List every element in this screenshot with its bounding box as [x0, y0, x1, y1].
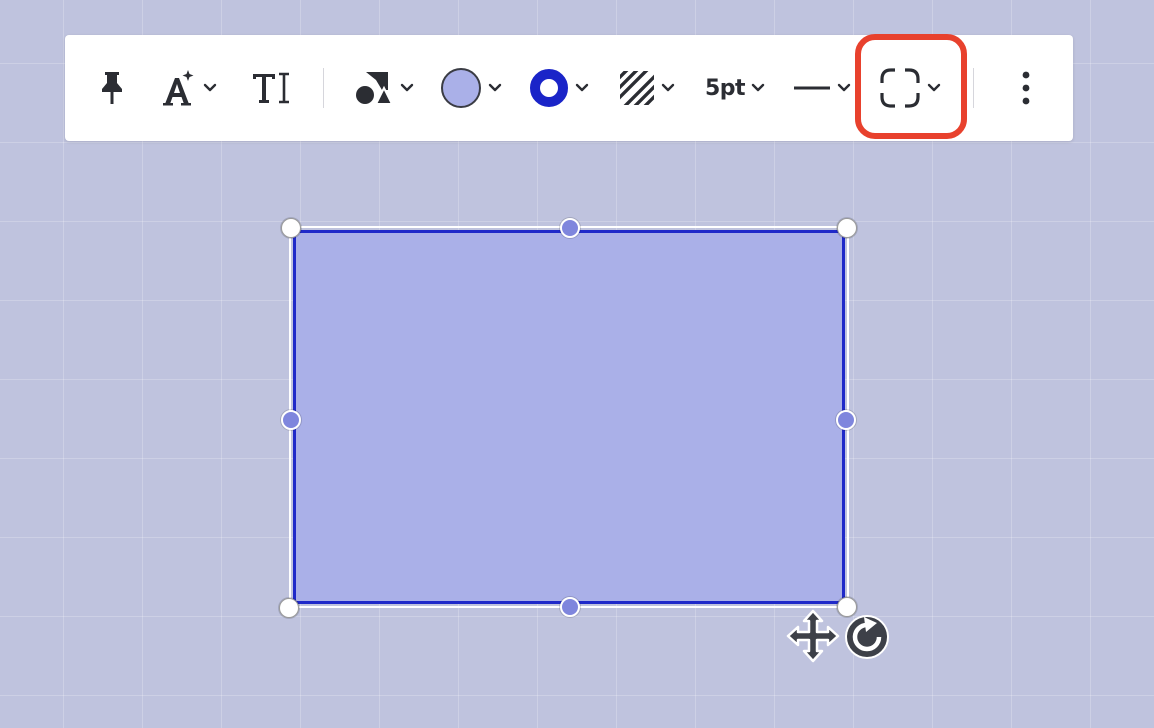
- rounded-corner-icon: [880, 68, 920, 108]
- ai-text-style-button[interactable]: [161, 35, 217, 141]
- resize-handle-top-left[interactable]: [281, 218, 301, 238]
- move-handle[interactable]: [786, 609, 840, 667]
- chevron-down-icon: [575, 83, 589, 92]
- resize-handle-right[interactable]: [836, 410, 856, 430]
- text-cursor-icon: [253, 72, 289, 104]
- resize-handle-left[interactable]: [281, 410, 301, 430]
- vertical-dots-icon: [1022, 71, 1030, 105]
- stroke-width-label: 5pt: [705, 75, 746, 101]
- resize-handle-top-right[interactable]: [837, 218, 857, 238]
- resize-handle-top[interactable]: [560, 218, 580, 238]
- chevron-down-icon: [661, 83, 675, 92]
- text-button[interactable]: [251, 35, 291, 141]
- fill-pattern-button[interactable]: [619, 35, 675, 141]
- chevron-down-icon: [751, 83, 765, 92]
- more-options-button[interactable]: [1019, 35, 1033, 141]
- chevron-down-icon: [400, 83, 414, 92]
- border-color-button[interactable]: [529, 35, 589, 141]
- fill-swatch-icon: [441, 68, 481, 108]
- ring-icon: [530, 69, 568, 107]
- corner-style-button[interactable]: [879, 35, 941, 141]
- shapes-icon: [356, 72, 394, 105]
- resize-handle-bottom-left[interactable]: [279, 598, 299, 618]
- hatch-icon: [620, 71, 654, 105]
- chevron-down-icon: [488, 83, 502, 92]
- sparkle-text-icon: [163, 70, 194, 106]
- fill-color-button[interactable]: [440, 35, 502, 141]
- line-style-button[interactable]: [793, 35, 851, 141]
- toolbar-divider: [973, 68, 974, 108]
- shape-type-button[interactable]: [354, 35, 414, 141]
- toolbar-divider: [323, 68, 324, 108]
- chevron-down-icon: [927, 83, 941, 92]
- selected-rectangle[interactable]: [293, 230, 845, 604]
- shape-toolbar: 5pt: [65, 35, 1073, 141]
- chevron-down-icon: [203, 83, 217, 92]
- pin-icon: [102, 72, 122, 104]
- chevron-down-icon: [837, 83, 851, 92]
- pin-button[interactable]: [99, 35, 125, 141]
- resize-handle-bottom[interactable]: [560, 597, 580, 617]
- rotate-handle[interactable]: [843, 609, 891, 665]
- solid-line-icon: [794, 86, 830, 90]
- stroke-width-button[interactable]: 5pt: [705, 35, 765, 141]
- rotate-icon: [845, 615, 889, 659]
- move-arrows-icon: [786, 609, 840, 663]
